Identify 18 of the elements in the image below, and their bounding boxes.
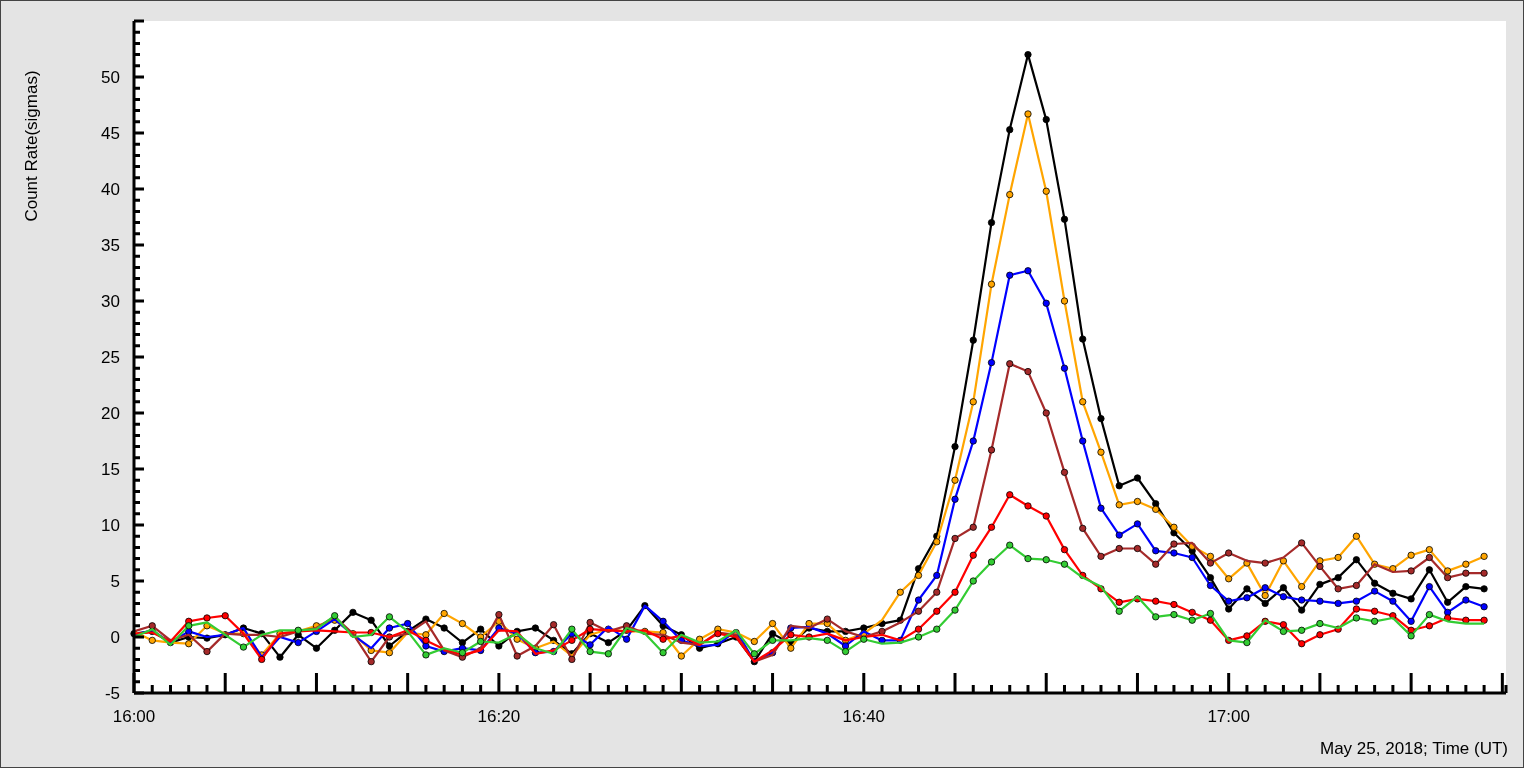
tick-label: 45 [101,124,120,143]
tick-label: 17:00 [1207,707,1250,726]
axis-title: May 25, 2018; Time (UT) [1320,739,1508,758]
tick-label: 35 [101,236,120,255]
tick-label: 5 [110,572,120,591]
tick-label: 20 [101,404,120,423]
tick-label: 25 [101,348,120,367]
tick-label: 10 [101,516,120,535]
tick-label: 16:40 [842,707,886,726]
tick-label: 50 [101,68,120,87]
tick-label: 40 [101,180,120,199]
tick-label: 16:00 [112,707,156,726]
tick-label: 0 [110,628,120,647]
axis-title: Count Rate(sigmas) [22,70,41,222]
tick-label: 15 [101,460,120,479]
tick-label: -5 [104,684,120,703]
tick-label: 16:20 [477,707,521,726]
tick-label: 30 [101,292,120,311]
